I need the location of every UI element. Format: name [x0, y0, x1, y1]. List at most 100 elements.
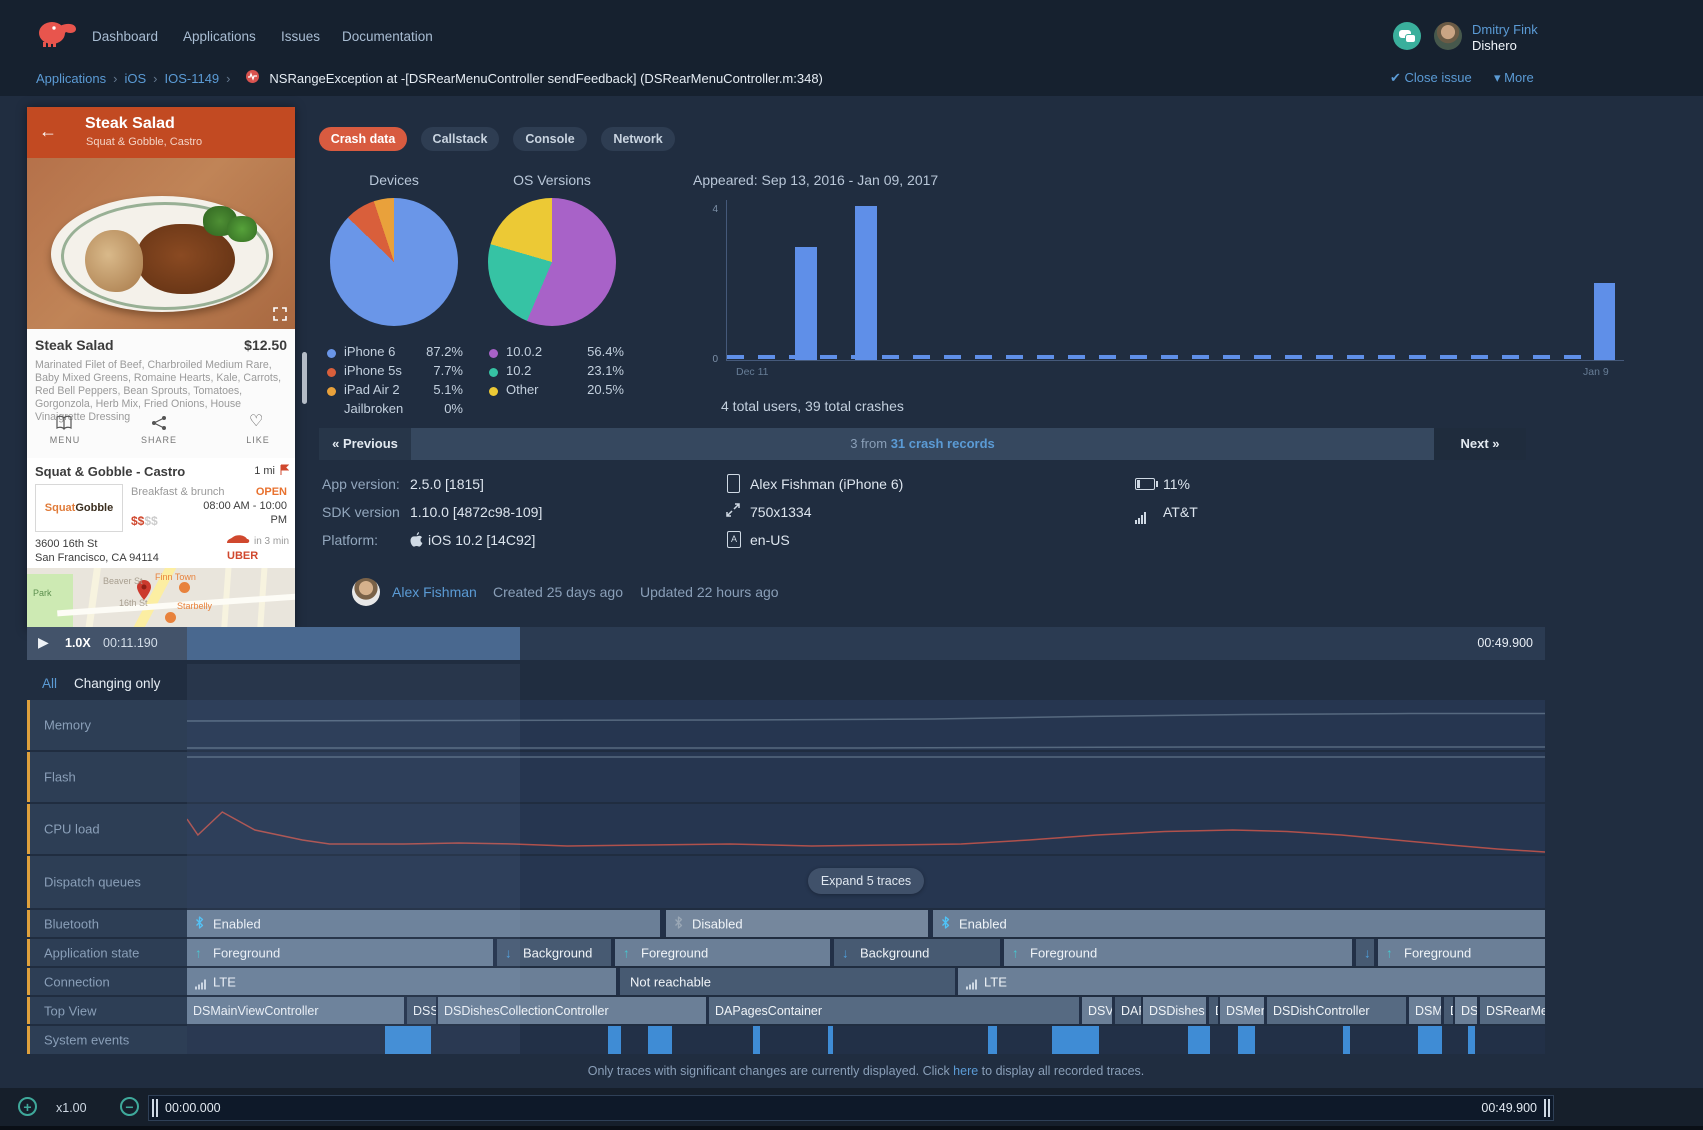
trace-label-topview: Top View	[27, 997, 187, 1024]
totals-summary: 4 total users, 39 total crashes	[721, 398, 904, 414]
range-start-handle[interactable]	[152, 1099, 158, 1117]
anteater-logo-icon[interactable]	[36, 16, 78, 48]
legend-item: 10.223.1%	[489, 363, 624, 382]
application-state-segment[interactable]: ↓Background	[834, 939, 1000, 966]
footnote-pre: Only traces with significant changes are…	[588, 1064, 953, 1078]
zoom-out-button[interactable]: −	[120, 1097, 139, 1116]
legend-label: iPad Air 2	[344, 382, 400, 397]
share-icon[interactable]	[151, 415, 167, 431]
footnote-here-link[interactable]: here	[953, 1064, 978, 1078]
bluetooth-segment[interactable]: Enabled	[933, 910, 1545, 937]
top-view-segment[interactable]: DSDishController	[1267, 997, 1406, 1024]
timeline-range-strip[interactable]: 00:00.000 00:49.900	[148, 1095, 1554, 1121]
close-issue-button[interactable]: ✔ Close issue	[1390, 70, 1472, 86]
more-button[interactable]: ▾ More	[1494, 70, 1534, 86]
playback-speed[interactable]: 1.0X	[65, 636, 91, 650]
system-event-marker[interactable]	[1052, 1026, 1099, 1054]
tab-network[interactable]: Network	[601, 127, 675, 151]
top-view-segment[interactable]: DAPagesContainer	[709, 997, 1079, 1024]
nav-item-dashboard[interactable]: Dashboard	[92, 29, 158, 44]
os-pie-title: OS Versions	[487, 172, 617, 188]
system-event-marker[interactable]	[988, 1026, 997, 1054]
bluetooth-segment[interactable]: Enabled	[187, 910, 660, 937]
top-view-segment[interactable]: DSMenu	[1220, 997, 1264, 1024]
close-issue-label: Close issue	[1405, 70, 1472, 85]
expand-traces-button[interactable]: Expand 5 traces	[808, 868, 924, 894]
application-state-segment[interactable]: ↑Foreground	[1378, 939, 1545, 966]
legend-label: Jailbroken	[344, 401, 403, 416]
share-action-label[interactable]: SHARE	[131, 435, 187, 445]
author-name-link[interactable]: Alex Fishman	[392, 584, 477, 600]
system-event-marker[interactable]	[1468, 1026, 1475, 1054]
connection-segment[interactable]: LTE	[187, 968, 616, 995]
signal-bars-icon	[966, 974, 978, 989]
tab-console[interactable]: Console	[513, 127, 587, 151]
system-event-marker[interactable]	[1418, 1026, 1442, 1054]
play-button[interactable]: ▶	[38, 634, 49, 651]
platform-label: Platform:	[322, 532, 378, 548]
carrier-value: AT&T	[1163, 504, 1198, 520]
top-view-segment[interactable]: DSVe	[1082, 997, 1112, 1024]
system-event-marker[interactable]	[385, 1026, 431, 1054]
application-state-segment[interactable]: ↑Foreground	[187, 939, 493, 966]
top-view-segment[interactable]: D	[1209, 997, 1218, 1024]
apple-icon	[410, 532, 423, 547]
system-event-marker[interactable]	[648, 1026, 672, 1054]
breadcrumb-link-applications[interactable]: Applications	[36, 71, 106, 86]
top-view-segment[interactable]: DSMainViewController	[187, 997, 404, 1024]
chat-button[interactable]	[1393, 22, 1421, 50]
user-avatar[interactable]	[1434, 22, 1462, 50]
map-label: Park	[33, 588, 52, 598]
legend-item: iPad Air 25.1%	[327, 382, 463, 401]
nav-item-applications[interactable]: Applications	[183, 29, 256, 44]
system-event-marker[interactable]	[608, 1026, 621, 1054]
system-event-marker[interactable]	[753, 1026, 760, 1054]
system-event-marker[interactable]	[1343, 1026, 1350, 1054]
top-view-segment[interactable]: DSSe	[407, 997, 436, 1024]
nav-item-issues[interactable]: Issues	[281, 29, 320, 44]
next-record-button[interactable]: Next »	[1434, 428, 1526, 460]
vertical-scrollbar-thumb[interactable]	[302, 352, 307, 404]
application-state-segment[interactable]: ↑Foreground	[615, 939, 830, 966]
user-name[interactable]: Dmitry Fink	[1472, 22, 1538, 37]
top-view-segment[interactable]: DSDishesCollectionController	[438, 997, 706, 1024]
author-avatar[interactable]	[352, 578, 380, 606]
application-state-segment[interactable]: ↓	[1356, 939, 1374, 966]
tab-callstack[interactable]: Callstack	[421, 127, 499, 151]
top-view-segment[interactable]: DSDishes	[1143, 997, 1206, 1024]
application-state-segment[interactable]: ↓Background	[497, 939, 611, 966]
player-progress-fill[interactable]	[187, 627, 520, 660]
nav-item-documentation[interactable]: Documentation	[342, 29, 433, 44]
top-view-segment[interactable]: DSRearMe	[1480, 997, 1545, 1024]
connection-segment[interactable]: Not reachable	[620, 968, 955, 995]
bluetooth-segment-label: Disabled	[692, 916, 743, 931]
legend-dot-icon	[327, 368, 336, 377]
system-event-marker[interactable]	[1188, 1026, 1210, 1054]
resolution-icon	[726, 503, 740, 517]
top-view-segment[interactable]: DSMe	[1409, 997, 1441, 1024]
system-event-marker[interactable]	[828, 1026, 833, 1054]
breadcrumb-link-ios[interactable]: iOS	[124, 71, 146, 86]
menu-action-label[interactable]: MENU	[37, 435, 93, 445]
like-heart-icon[interactable]: ♡	[249, 411, 263, 431]
top-view-segment[interactable]: D	[1444, 997, 1453, 1024]
menu-book-icon[interactable]	[55, 415, 73, 431]
application-state-segment[interactable]: ↑Foreground	[1004, 939, 1352, 966]
price-muted: $$	[144, 514, 157, 528]
connection-segment[interactable]: LTE	[958, 968, 1545, 995]
application-state-segment-label: Background	[523, 945, 592, 960]
range-end-handle[interactable]	[1544, 1099, 1550, 1117]
top-bar: Dashboard Applications Issues Documentation…	[0, 0, 1703, 96]
breadcrumb-link-ios-1149[interactable]: IOS-1149	[164, 71, 219, 86]
tab-crash-data[interactable]: Crash data	[319, 127, 407, 151]
top-view-segment[interactable]: DAP	[1115, 997, 1141, 1024]
filter-changing-only[interactable]: Changing only	[74, 676, 160, 691]
top-view-segment[interactable]: DS	[1455, 997, 1477, 1024]
zoom-in-button[interactable]: +	[18, 1097, 37, 1116]
expand-photo-icon[interactable]	[273, 307, 287, 321]
bluetooth-segment[interactable]: Disabled	[666, 910, 928, 937]
like-action-label[interactable]: LIKE	[230, 435, 286, 445]
record-count-link[interactable]: 31 crash records	[891, 436, 995, 451]
system-event-marker[interactable]	[1238, 1026, 1255, 1054]
filter-all[interactable]: All	[42, 676, 57, 691]
